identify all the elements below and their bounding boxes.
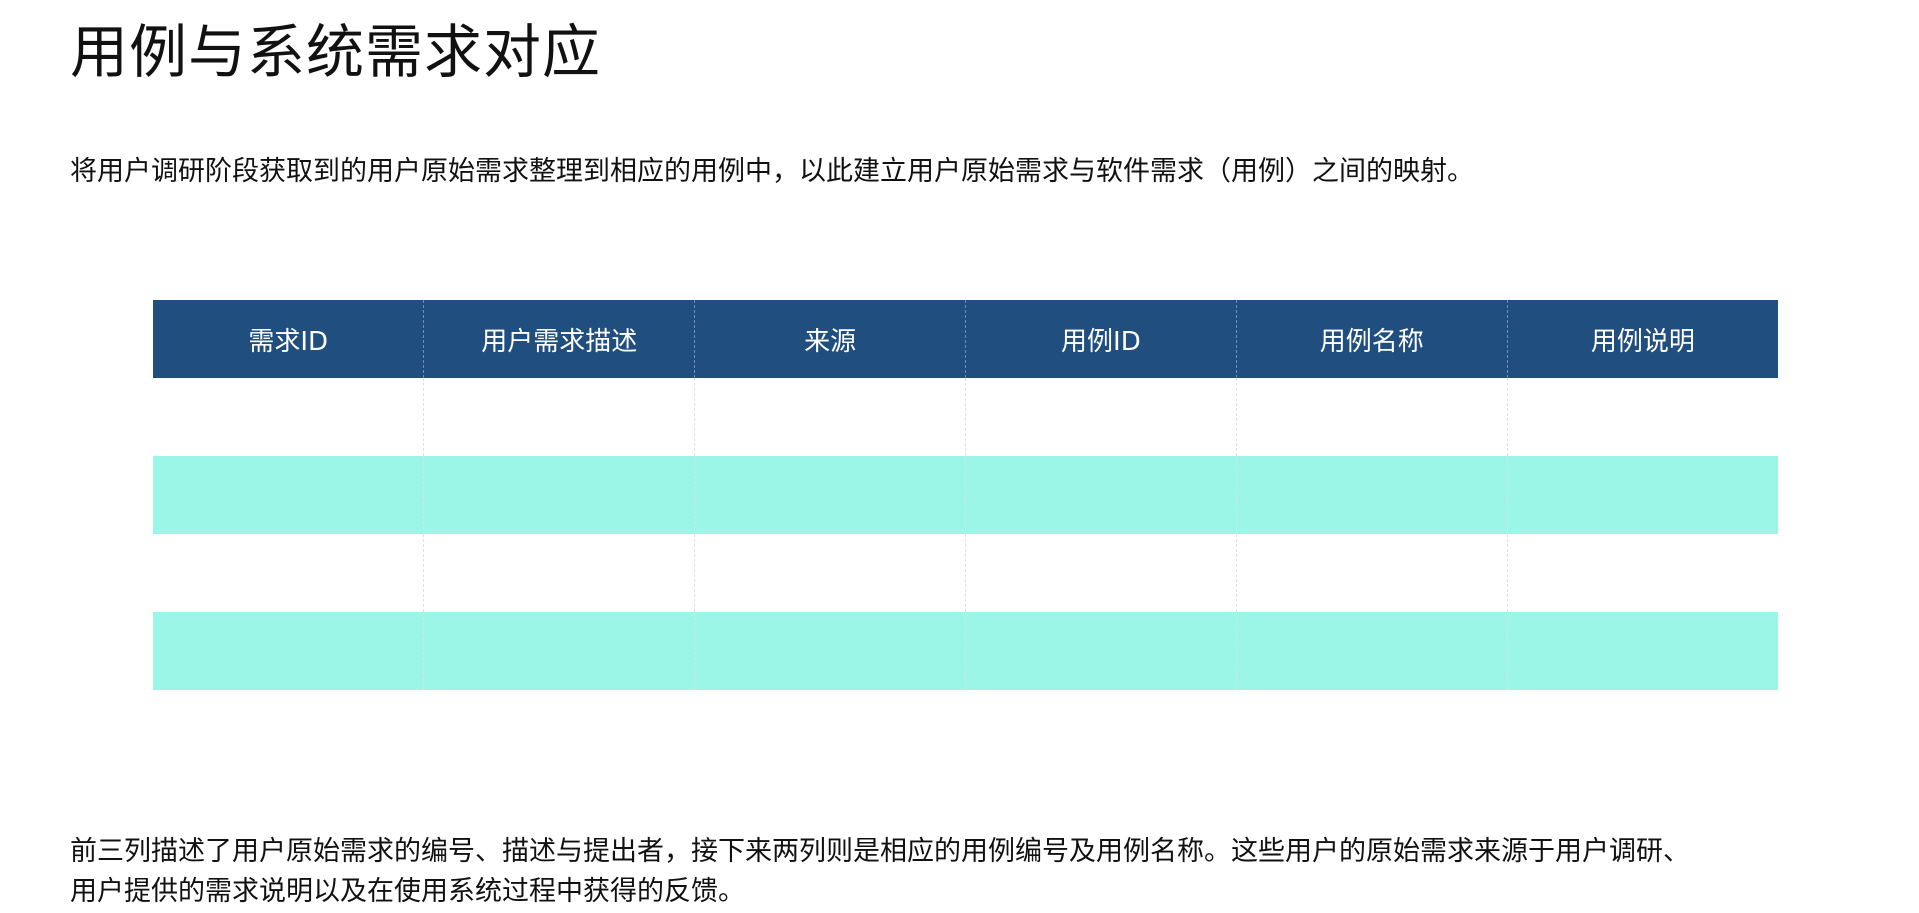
table-cell: [153, 456, 424, 534]
header-usecase-description: 用例说明: [1506, 300, 1778, 378]
table-cell: [423, 534, 695, 612]
table-cell: [1506, 612, 1778, 690]
table-header-row: 需求ID 用户需求描述 来源 用例ID 用例名称 用例说明: [153, 300, 1778, 378]
table-cell: [694, 456, 966, 534]
page-title: 用例与系统需求对应: [70, 18, 602, 86]
table-row: [153, 378, 1778, 456]
table-cell: [1506, 378, 1778, 456]
table-row: [153, 612, 1778, 690]
outro-line-1: 前三列描述了用户原始需求的编号、描述与提出者，接下来两列则是相应的用例编号及用例…: [70, 836, 1690, 867]
table-cell: [1506, 456, 1778, 534]
table-cell: [694, 378, 966, 456]
outro-line-2: 用户提供的需求说明以及在使用系统过程中获得的反馈。: [70, 876, 745, 907]
table-cell: [1506, 534, 1778, 612]
header-source: 来源: [694, 300, 966, 378]
table-cell: [1235, 378, 1508, 456]
table-cell: [964, 456, 1237, 534]
table-cell: [964, 378, 1237, 456]
table-cell: [423, 612, 695, 690]
intro-paragraph: 将用户调研阶段获取到的用户原始需求整理到相应的用例中，以此建立用户原始需求与软件…: [70, 156, 1474, 187]
table-cell: [964, 534, 1237, 612]
table-cell: [964, 612, 1237, 690]
header-requirement-id: 需求ID: [153, 300, 424, 378]
table-cell: [423, 456, 695, 534]
table-cell: [1235, 456, 1508, 534]
table-cell: [1235, 534, 1508, 612]
table-row: [153, 534, 1778, 612]
requirements-usecase-table: 需求ID 用户需求描述 来源 用例ID 用例名称 用例说明: [153, 300, 1778, 690]
table-cell: [423, 378, 695, 456]
table-cell: [153, 612, 424, 690]
table-row: [153, 456, 1778, 534]
table-cell: [153, 378, 424, 456]
table-cell: [694, 612, 966, 690]
requirements-usecase-table-container: 需求ID 用户需求描述 来源 用例ID 用例名称 用例说明: [153, 300, 1778, 690]
outro-paragraph: 前三列描述了用户原始需求的编号、描述与提出者，接下来两列则是相应的用例编号及用例…: [70, 832, 1870, 912]
table-cell: [1235, 612, 1508, 690]
table-cell: [694, 534, 966, 612]
header-usecase-id: 用例ID: [964, 300, 1237, 378]
header-user-requirement-description: 用户需求描述: [423, 300, 695, 378]
table-cell: [153, 534, 424, 612]
header-usecase-name: 用例名称: [1235, 300, 1508, 378]
